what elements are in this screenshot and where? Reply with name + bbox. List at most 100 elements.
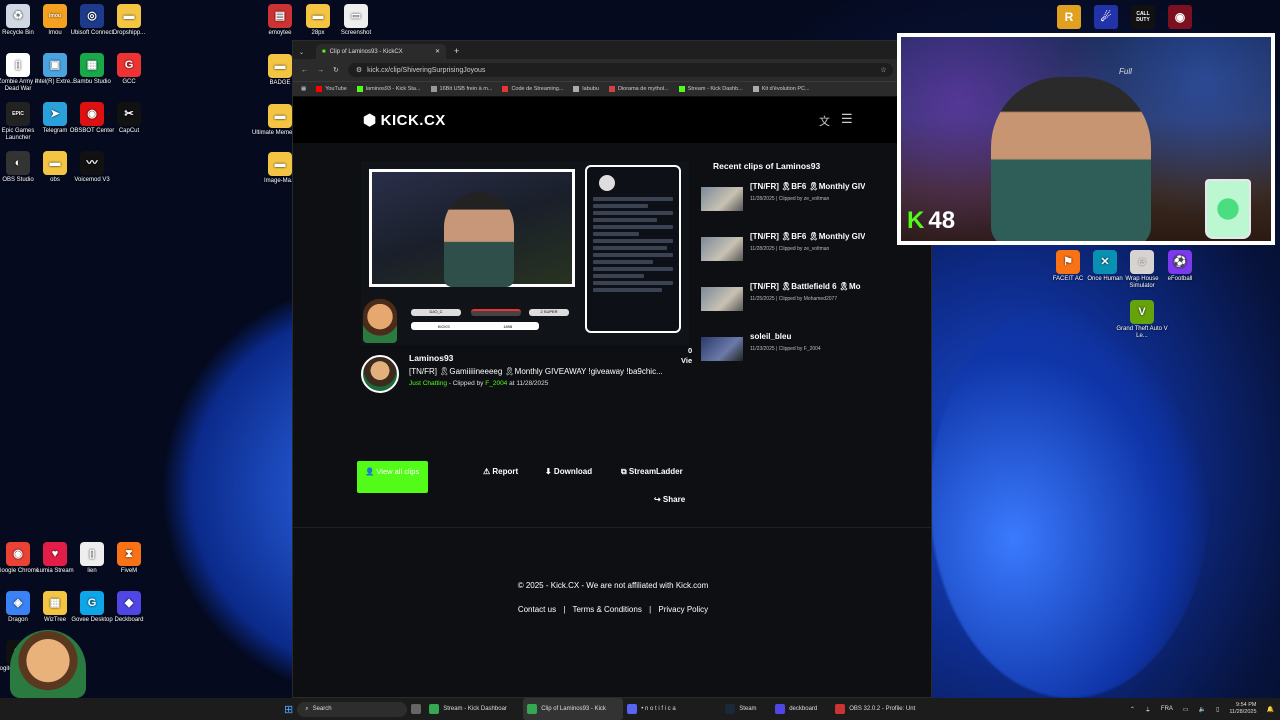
- recent-clip-meta: 11/25/2025 | Clipped by Mohamed2077: [750, 296, 838, 302]
- video-hud: DJO_C 2 SUPER KICKS 1898: [401, 309, 581, 337]
- desktop-icon-label: Voicemod V3: [74, 177, 110, 183]
- desktop-app-icon: ☺: [1130, 250, 1154, 274]
- notifications-icon[interactable]: 🔔: [1267, 706, 1274, 713]
- start-button[interactable]: ⊞: [280, 698, 297, 720]
- desktop-icon[interactable]: 〰 Voicemod V3: [64, 151, 120, 184]
- hamburger-menu-icon[interactable]: ☰: [841, 111, 853, 127]
- terms-link[interactable]: Terms & Conditions: [572, 605, 641, 614]
- category-link[interactable]: Just Chatting: [409, 380, 447, 387]
- follower-counter: K 48: [907, 207, 955, 235]
- recent-clip-title: soleil_bleu: [750, 332, 792, 341]
- apps-grid-icon[interactable]: ▦: [301, 86, 306, 92]
- bookmark-item[interactable]: Diorama de mythol...: [608, 86, 669, 92]
- task-view-icon[interactable]: [407, 698, 425, 720]
- address-bar[interactable]: ⚙ kick.cx/clip/ShiveringSurprisingJoyous…: [347, 63, 893, 77]
- contact-link[interactable]: Contact us: [518, 605, 556, 614]
- desktop-icon[interactable]: ▬ Dropshipp...: [101, 4, 157, 37]
- desktop-icon[interactable]: ⚽ eFootball: [1152, 250, 1208, 283]
- taskbar-apps: Stream - Kick Dashboar Clip of Laminos93 …: [425, 698, 929, 720]
- top-right-app-icon[interactable]: CALL DUTY: [1131, 5, 1155, 29]
- desktop-icon[interactable]: G GCC: [101, 53, 157, 86]
- taskbar-app[interactable]: OBS 32.0.2 - Profile: Unt: [831, 698, 929, 720]
- desktop-icon-label: Screenshot: [340, 30, 372, 36]
- recent-clip-item[interactable]: [TN/FR] 🎗BF6 🎗Monthly GIV 11/28/2025 | Cl…: [701, 231, 871, 281]
- streamer-name[interactable]: Laminos93: [409, 353, 453, 363]
- site-info-icon[interactable]: ⚙: [356, 66, 362, 74]
- usb-icon[interactable]: ⏚: [1145, 705, 1151, 714]
- chevron-up-icon[interactable]: ⌃: [1130, 706, 1135, 713]
- recent-clip-thumbnail: [701, 287, 743, 311]
- privacy-link[interactable]: Privacy Policy: [658, 605, 708, 614]
- bookmark-star-icon[interactable]: ☆: [880, 66, 886, 74]
- desktop-icon[interactable]: ◆ Deckboard: [101, 591, 157, 624]
- site-logo[interactable]: ⬢ KICK.CX: [363, 111, 446, 130]
- desktop-app-icon: ◆: [117, 591, 141, 615]
- views-count: 0 Vie: [681, 346, 692, 366]
- top-right-app-icon[interactable]: ◉: [1168, 5, 1192, 29]
- recent-clip-meta: 11/28/2025 | Clipped by ze_voltman: [750, 246, 830, 252]
- close-tab-icon[interactable]: ✕: [435, 48, 440, 55]
- share-button[interactable]: ↪ Share: [654, 495, 685, 504]
- bookmark-item[interactable]: 16Bit USB frein à m...: [430, 86, 492, 92]
- video-person: [444, 192, 514, 287]
- clock-date: 11/28/2025: [1229, 709, 1257, 715]
- view-all-clips-button[interactable]: 👤 View all clips: [357, 461, 428, 493]
- back-icon[interactable]: ←: [301, 67, 308, 74]
- reload-icon[interactable]: ↻: [333, 66, 339, 74]
- volume-icon[interactable]: 🔈: [1199, 706, 1206, 713]
- recent-clip-thumbnail: [701, 187, 743, 211]
- taskbar-app-icon: [627, 704, 638, 714]
- taskbar-app[interactable]: deckboard: [771, 698, 831, 720]
- bookmark-item[interactable]: labubu: [573, 86, 599, 92]
- bookmark-item[interactable]: laminos93 - Kick Sta...: [356, 86, 421, 92]
- desktop-icon[interactable]: ⧗ FiveM: [101, 542, 157, 575]
- desktop-app-icon: G: [117, 53, 141, 77]
- recent-clip-item[interactable]: soleil_bleu 11/23/2025 | Clipped by F_200…: [701, 331, 871, 381]
- taskbar-app[interactable]: Stream - Kick Dashboar: [425, 698, 523, 720]
- network-icon[interactable]: ▭: [1183, 706, 1189, 713]
- bookmark-item[interactable]: YouTube: [316, 86, 347, 92]
- bookmark-item[interactable]: Code de Streaming...: [502, 86, 563, 92]
- translate-icon[interactable]: 文: [819, 113, 830, 129]
- language-indicator[interactable]: FRA: [1161, 706, 1173, 712]
- recent-clip-item[interactable]: [TN/FR] 🎗BF6 🎗Monthly GIV 11/28/2025 | Cl…: [701, 181, 871, 231]
- desktop-icon-label: Grand Theft Auto V Le...: [1116, 326, 1168, 339]
- taskbar-app-label: Clip of Laminos93 - Kick: [541, 706, 606, 712]
- desktop-icon[interactable]: V Grand Theft Auto V Le...: [1114, 300, 1170, 340]
- report-button[interactable]: ⚠ Report: [483, 467, 518, 476]
- tab-active[interactable]: ■ Clip of Laminos93 - KickCX ✕: [316, 44, 447, 59]
- tab-title: Clip of Laminos93 - KickCX: [329, 48, 403, 55]
- battery-icon[interactable]: ▯: [1216, 706, 1219, 713]
- bookmark-item[interactable]: Kit d'évolution PC...: [752, 86, 810, 92]
- taskbar-app[interactable]: Clip of Laminos93 - Kick: [523, 698, 624, 720]
- desktop-app-icon: ▤: [268, 4, 292, 28]
- streamer-avatar[interactable]: [361, 355, 399, 393]
- forward-icon[interactable]: →: [317, 67, 324, 74]
- desktop-icon-label: GCC: [122, 79, 136, 85]
- tab-list-icon[interactable]: ⌄: [293, 49, 310, 59]
- hud-label: DJO_C: [411, 309, 461, 316]
- webcam-overlay: K 48 Full: [897, 33, 1275, 245]
- taskbar-app[interactable]: • n o t i f i c a: [623, 698, 721, 720]
- taskbar-app-icon: [775, 704, 786, 714]
- new-tab-button[interactable]: +: [446, 46, 467, 59]
- clipped-by-prefix: - Clipped by: [448, 380, 484, 387]
- taskbar-search[interactable]: ⌕ Search: [297, 701, 408, 717]
- desktop-icon-label: Deckboard: [114, 617, 144, 623]
- top-right-app-icon[interactable]: R: [1057, 5, 1081, 29]
- top-right-app-icon[interactable]: ☄: [1094, 5, 1118, 29]
- desktop-app-icon: 〰: [80, 151, 104, 175]
- taskbar-app[interactable]: Steam: [721, 698, 771, 720]
- desktop-icon[interactable]: ▭ Screenshot: [328, 4, 384, 37]
- desktop-icon-label: eFootball: [1167, 276, 1193, 282]
- clipper-link[interactable]: F_2004: [485, 380, 507, 387]
- clock[interactable]: 9:54 PM 11/28/2025: [1229, 702, 1256, 716]
- desktop-icon[interactable]: ✂ CapCut: [101, 102, 157, 135]
- hud-label: KICKS: [437, 323, 450, 329]
- recent-clip-item[interactable]: [TN/FR] 🎗Battlefield 6 🎗Mo 11/25/2025 | C…: [701, 281, 871, 331]
- streamladder-button[interactable]: ⧉ StreamLadder: [621, 467, 683, 477]
- clip-video-player[interactable]: DJO_C 2 SUPER KICKS 1898: [361, 161, 689, 345]
- bookmark-item[interactable]: Stream - Kick Dashb...: [678, 86, 743, 92]
- browser-window: ⌄ ■ Clip of Laminos93 - KickCX ✕ + ← → ↻…: [292, 40, 932, 698]
- download-button[interactable]: ⬇ Download: [545, 467, 592, 476]
